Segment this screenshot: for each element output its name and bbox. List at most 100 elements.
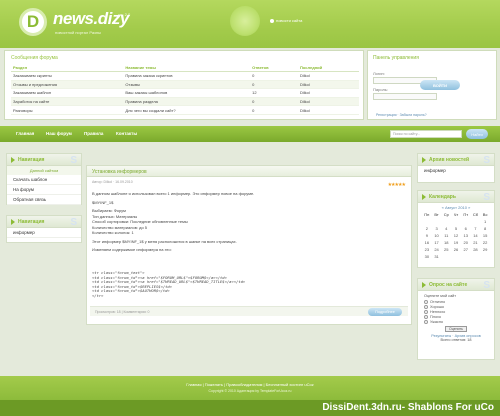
logo-icon[interactable]: D — [19, 8, 47, 36]
table-cell[interactable]: Отзывы и предложения — [11, 80, 124, 90]
table-row[interactable]: Отзывы и предложения Отзывы 0 Dilkol — [11, 80, 359, 90]
calendar-day[interactable]: 22 — [480, 240, 490, 245]
calendar-day[interactable]: 29 — [480, 247, 490, 252]
sidebar-item-download-template[interactable]: Скачать шаблон — [7, 175, 81, 185]
nav-home[interactable]: Главная — [16, 131, 34, 136]
login-button[interactable]: ВОЙТИ — [420, 80, 460, 90]
radio-icon[interactable] — [424, 310, 428, 314]
nav-rules[interactable]: Правила — [84, 131, 103, 136]
poll-option[interactable]: Отлично — [424, 300, 488, 304]
table-cell[interactable]: Правила раздела — [123, 97, 251, 107]
calendar-day[interactable]: 24 — [432, 247, 442, 252]
table-cell[interactable]: Заработок на сайте — [11, 97, 124, 107]
sidebar-item-informer[interactable]: информер — [7, 228, 81, 238]
archive-item[interactable]: информер — [418, 166, 494, 175]
calendar-day[interactable]: 10 — [432, 233, 442, 238]
calendar-day[interactable]: 14 — [471, 233, 481, 238]
table-cell[interactable]: Заказываем скрипты — [11, 71, 124, 81]
calendar-day[interactable]: 26 — [451, 247, 461, 252]
table-cell[interactable]: Отзывы — [123, 80, 251, 90]
calendar-day[interactable]: 31 — [432, 254, 442, 259]
poll-option[interactable]: Плохо — [424, 315, 488, 319]
calendar-day[interactable]: 16 — [422, 240, 432, 245]
calendar-day[interactable]: 28 — [471, 247, 481, 252]
sidebar-item-feedback[interactable]: Обратная связь — [7, 195, 81, 205]
calendar-day[interactable]: 13 — [461, 233, 471, 238]
calendar-day[interactable]: 20 — [461, 240, 471, 245]
table-cell[interactable]: Для чего вы создали сайт? — [123, 105, 251, 115]
post-paragraph: В данном шаблоне я использовал всего 1 и… — [92, 191, 255, 196]
search-button[interactable]: Найти — [466, 129, 488, 139]
poll-title: Опрос на сайте — [429, 282, 468, 288]
calendar-day[interactable]: 5 — [451, 226, 461, 231]
calendar-day[interactable]: 15 — [480, 233, 490, 238]
poll-option[interactable]: Хорошо — [424, 305, 488, 309]
left-nav-subtitle: Данной сайтом — [7, 166, 81, 175]
password-field[interactable] — [373, 93, 437, 100]
calendar-day[interactable]: 3 — [432, 226, 442, 231]
calendar-day[interactable]: 27 — [461, 247, 471, 252]
left-nav-header: Навигация S — [7, 154, 81, 166]
footer: Главная | Пожелать | Правообладателям | … — [0, 376, 500, 400]
s-logo-icon: S — [483, 192, 490, 203]
radio-icon[interactable] — [424, 315, 428, 319]
table-cell[interactable]: Правила заказа скриптов — [123, 71, 251, 81]
calendar-day[interactable]: 17 — [432, 240, 442, 245]
calendar-day[interactable]: 23 — [422, 247, 432, 252]
poll-option[interactable]: Ужасно — [424, 320, 488, 324]
calendar-header: Календарь S — [418, 191, 494, 203]
calendar-day[interactable]: 6 — [461, 226, 471, 231]
radio-icon[interactable] — [424, 300, 428, 304]
post-header: Установка информеров — [87, 166, 411, 177]
calendar-weekday: Пт — [463, 212, 469, 217]
rating-stars-icon[interactable]: ★★★★★ — [388, 182, 406, 188]
table-cell[interactable]: Ваш заказы шаблонов — [123, 88, 251, 98]
read-more-button[interactable]: Подробнее — [368, 308, 402, 316]
nav-forum[interactable]: Наш форум — [46, 131, 72, 136]
footer-links[interactable]: Главная | Пожелать | Правообладателям | … — [0, 382, 500, 387]
footer-copyright: Copyright © 2010 Адаптация by TemplateFo… — [208, 389, 292, 393]
calendar-day[interactable]: 30 — [422, 254, 432, 259]
calendar-day[interactable]: 7 — [471, 226, 481, 231]
table-row[interactable]: Разговоры Для чего вы создали сайт? 0 Dilko… — [11, 105, 359, 115]
table-row[interactable]: Заказываем шаблон Ваш заказы шаблонов 12 Di… — [11, 88, 359, 98]
post-title[interactable]: Установка информеров — [92, 169, 147, 175]
calendar-weekday: Вт — [434, 212, 439, 217]
table-row[interactable]: Заказываем скрипты Правила заказа скрипто… — [11, 71, 359, 81]
radio-icon[interactable] — [424, 320, 428, 324]
calendar-block: Календарь S « Август 2010 » Пн Вт Ср Чт Пт Сб… — [417, 190, 495, 268]
table-cell[interactable]: Заказываем шаблон — [11, 88, 124, 98]
login-panel-title: Панель управления — [373, 55, 419, 61]
calendar-day[interactable]: 8 — [480, 226, 490, 231]
search-input[interactable]: Поиск по сайту... — [390, 130, 462, 138]
post-paragraph: Изменяем содержимое информера на это: — [92, 247, 172, 252]
bullet-icon — [270, 18, 274, 23]
calendar-day[interactable]: 2 — [422, 226, 432, 231]
calendar-day[interactable]: 18 — [441, 240, 451, 245]
calendar-day[interactable]: 1 — [480, 219, 490, 224]
calendar-day[interactable]: 25 — [441, 247, 451, 252]
calendar-day[interactable]: 9 — [422, 233, 432, 238]
header-news-link[interactable]: новости сайта — [270, 18, 302, 23]
sidebar-item-forum[interactable]: На форум — [7, 185, 81, 195]
post-paragraph: Количество колонок: 1 — [92, 230, 134, 235]
watermark-banner: DissiDent.3dn.ru- Shablons For uCo — [0, 400, 500, 416]
vote-button[interactable]: Оценить — [445, 326, 467, 332]
register-links[interactable]: Регистрация · Забыли пароль? — [376, 113, 427, 117]
calendar-day[interactable]: 19 — [451, 240, 461, 245]
s-logo-icon: S — [483, 280, 490, 291]
post-footer: Просмотров: 18 | Комментарии: 0 Подробне… — [90, 306, 408, 316]
calendar-day[interactable]: 21 — [471, 240, 481, 245]
radio-icon[interactable] — [424, 305, 428, 309]
calendar-month[interactable]: « Август 2010 » — [422, 205, 490, 210]
table-row[interactable]: Заработок на сайте Правила раздела 0 Dilkol — [11, 97, 359, 107]
calendar-day — [432, 219, 442, 224]
table-cell[interactable]: Разговоры — [11, 105, 124, 115]
calendar-day[interactable]: 4 — [441, 226, 451, 231]
calendar-day[interactable]: 11 — [441, 233, 451, 238]
nav-contacts[interactable]: Контакты — [116, 131, 137, 136]
poll-option[interactable]: Неплохо — [424, 310, 488, 314]
calendar-day — [451, 219, 461, 224]
calendar-day — [461, 219, 471, 224]
calendar-day[interactable]: 12 — [451, 233, 461, 238]
